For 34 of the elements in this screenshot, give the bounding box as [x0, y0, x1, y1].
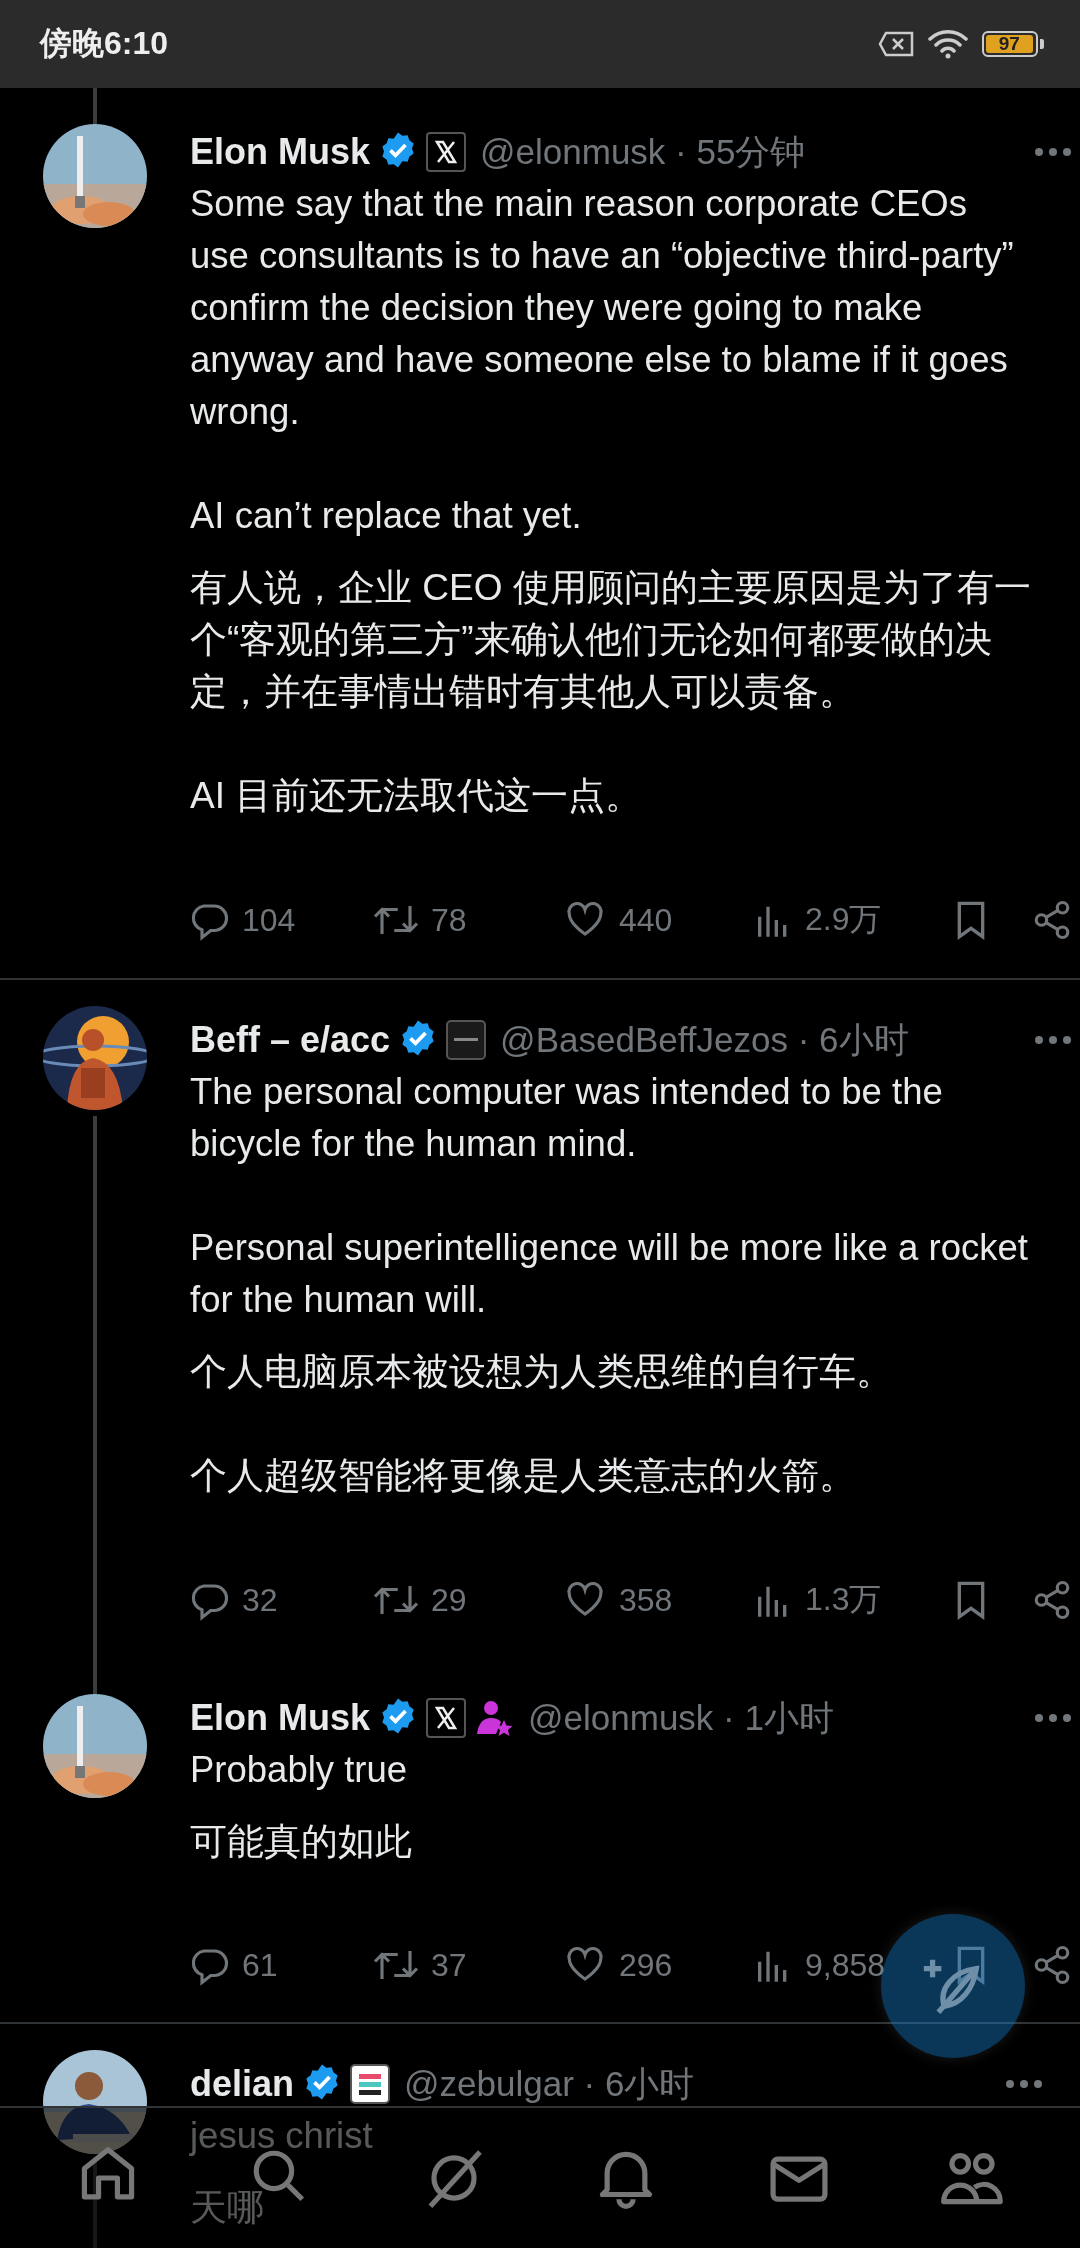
handle-time: @elonmusk · 1小时 [528, 1696, 834, 1739]
like-count: 296 [619, 1946, 673, 1984]
reply-count: 61 [242, 1946, 278, 1984]
translated-text: 可能真的如此 [190, 1820, 412, 1864]
repost-count: 78 [431, 901, 467, 939]
user-name[interactable]: Beff – e/acc [190, 1019, 391, 1061]
status-time: 傍晚6:10 [40, 24, 169, 63]
translated-text: 天哪 [190, 2186, 264, 2230]
repost-count: 29 [431, 1581, 467, 1619]
tweet-text: Probably true [190, 1748, 408, 1792]
battery-indicator: 97 [982, 31, 1044, 57]
user-name[interactable]: Elon Musk [190, 1697, 371, 1739]
view-count: 9,858 [805, 1946, 886, 1984]
repost-count: 37 [431, 1946, 467, 1984]
tweet-text: AI can’t replace that yet. [190, 494, 582, 538]
tweet-text: The personal computer was intended to be the bicycle for the human mind. [190, 1070, 944, 1166]
view-count: 2.9万 [805, 900, 882, 939]
reply-count: 32 [242, 1581, 278, 1619]
view-count: 1.3万 [805, 1580, 882, 1619]
tweet-text: jesus christ [190, 2114, 373, 2158]
user-name[interactable]: delian [190, 2063, 295, 2105]
tweet-text: Some say that the main reason corporate CEOs use consultants is to have an “objective third-party” confirm the decision they were going to make anyway and have someone else to blame if it goes wrong. [190, 182, 1015, 434]
reply-count: 104 [242, 901, 296, 939]
translated-text: 个人电脑原本被设想为人类思维的自行车。 [190, 1350, 893, 1394]
handle-time: @elonmusk · 55分钟 [480, 130, 806, 173]
like-count: 440 [619, 901, 673, 939]
translated-text: 有人说，企业 CEO 使用顾问的主要原因是为了有一个“客观的第三方”来确认他们无论如何都要做的决定，并在事情出错时有其他人可以责备。 [190, 566, 1032, 714]
handle-time: @zebulgar · 6小时 [404, 2062, 695, 2105]
tweet-text: Personal superintelligence will be more like a rocket for the human will. [190, 1226, 1029, 1322]
handle-time: @BasedBeffJezos · 6小时 [500, 1018, 909, 1061]
user-name[interactable]: Elon Musk [190, 131, 371, 173]
like-count: 358 [619, 1581, 673, 1619]
translated-text: 个人超级智能将更像是人类意志的火箭。 [190, 1454, 856, 1498]
translated-text: AI 目前还无法取代这一点。 [190, 774, 643, 818]
